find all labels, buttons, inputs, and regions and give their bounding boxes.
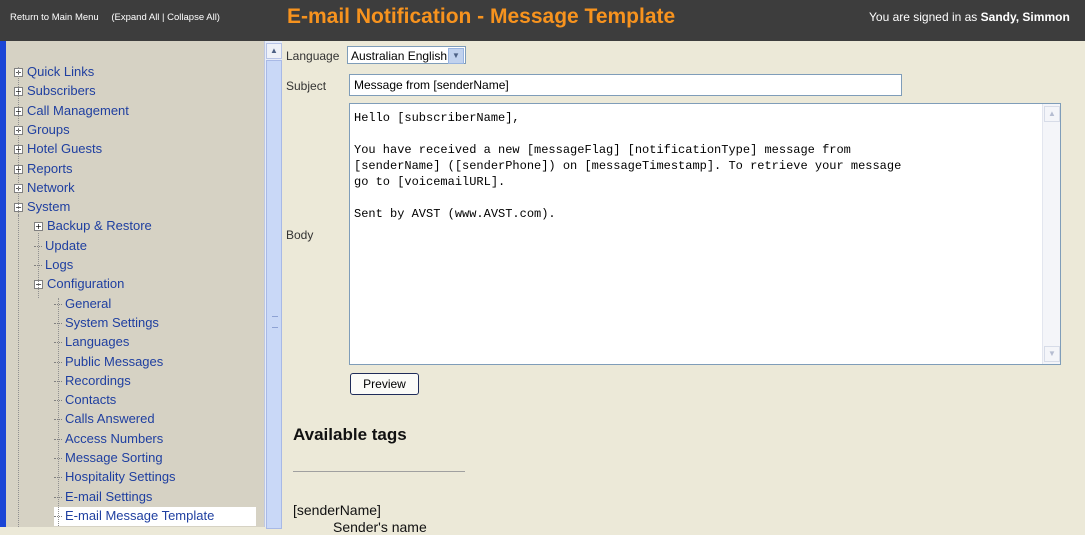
user-name: Sandy, Simmon (980, 10, 1070, 24)
sidebar-item-label: Languages (65, 334, 130, 349)
available-tags-heading: Available tags (293, 425, 407, 444)
sidebar-item-label: Backup & Restore (47, 218, 152, 233)
sidebar-scrollbar[interactable]: ▲ (264, 41, 282, 529)
body-text: Hello [subscriberName], You have receive… (354, 111, 902, 221)
sidebar-item-languages[interactable]: Languages (54, 333, 129, 352)
sidebar-item-label: Recordings (65, 373, 131, 388)
tag-sender-name-description: Sender's name (333, 519, 427, 535)
sidebar-item-label: Hotel Guests (27, 141, 103, 156)
sidebar-item-label: Update (45, 238, 87, 253)
return-to-main-menu-link[interactable]: Return to Main Menu (10, 12, 99, 23)
sidebar-item-quick-links[interactable]: + Quick Links (14, 63, 94, 82)
expand-collapse-all-link[interactable]: (Expand All | Collapse All) (111, 12, 220, 23)
tag-sender-name: [senderName] (293, 502, 381, 518)
sidebar-item-access-numbers[interactable]: Access Numbers (54, 430, 163, 449)
tree-guide-line (58, 298, 59, 527)
sidebar-item-backup-restore[interactable]: + Backup & Restore (34, 217, 152, 236)
sidebar-item-label: Logs (45, 257, 74, 272)
body-scrollbar[interactable]: ▲ ▼ (1042, 104, 1060, 364)
language-selected-value: Australian English (351, 49, 448, 63)
sidebar-item-contacts[interactable]: Contacts (54, 391, 116, 410)
sidebar-item-hotel-guests[interactable]: + Hotel Guests (14, 140, 102, 159)
signed-in-status: You are signed in as Sandy, Simmon (869, 10, 1070, 24)
preview-button[interactable]: Preview (350, 373, 419, 395)
sidebar-item-message-sorting[interactable]: Message Sorting (54, 449, 163, 468)
sidebar-item-subscribers[interactable]: + Subscribers (14, 82, 96, 101)
sidebar-item-label: E-mail Settings (65, 489, 153, 504)
sidebar-item-label: Public Messages (65, 354, 164, 369)
tree-guide-line (18, 215, 19, 527)
scroll-up-arrow-icon[interactable]: ▲ (266, 43, 282, 59)
sidebar-item-label: Call Management (27, 103, 129, 118)
signed-in-prefix: You are signed in as (869, 10, 981, 24)
page-title: E-mail Notification - Message Template (287, 5, 676, 28)
sidebar-item-label: System (27, 199, 71, 214)
tree-guide-line (38, 233, 39, 298)
sidebar-item-hospitality-settings[interactable]: Hospitality Settings (54, 468, 176, 487)
sidebar-item-label: System Settings (65, 315, 159, 330)
dropdown-arrow-icon[interactable]: ▼ (448, 48, 464, 64)
sidebar-item-public-messages[interactable]: Public Messages (54, 353, 163, 372)
top-header-bar: Return to Main Menu (Expand All | Collap… (0, 0, 1085, 41)
sidebar-item-call-management[interactable]: + Call Management (14, 102, 129, 121)
sidebar-item-system-settings[interactable]: System Settings (54, 314, 159, 333)
body-scroll-up-icon[interactable]: ▲ (1044, 106, 1060, 122)
sidebar-item-network[interactable]: + Network (14, 179, 75, 198)
sidebar-item-recordings[interactable]: Recordings (54, 372, 131, 391)
subject-input[interactable]: Message from [senderName] (349, 74, 902, 96)
sidebar-item-label: Contacts (65, 392, 117, 407)
sidebar-item-e-mail-message-template[interactable]: E-mail Message Template (54, 507, 256, 526)
sidebar-item-logs[interactable]: Logs (34, 256, 73, 275)
body-scroll-down-icon[interactable]: ▼ (1044, 346, 1060, 362)
sidebar-item-label: Configuration (47, 276, 125, 291)
sidebar-item-label: Hospitality Settings (65, 469, 176, 484)
sidebar-item-reports[interactable]: + Reports (14, 160, 73, 179)
sidebar-item-label: Quick Links (27, 64, 95, 79)
sidebar-item-calls-answered[interactable]: Calls Answered (54, 410, 155, 429)
sidebar-item-label: Subscribers (27, 83, 96, 98)
tree-guide-line (18, 67, 19, 215)
sidebar-item-label: Calls Answered (65, 411, 155, 426)
body-label: Body (286, 228, 314, 242)
sidebar-item-label: Network (27, 180, 75, 195)
scroll-thumb[interactable] (266, 60, 282, 529)
scroll-grip-icon (272, 316, 278, 328)
sidebar-item-label: General (65, 296, 112, 311)
sidebar-item-groups[interactable]: + Groups (14, 121, 70, 140)
sidebar-item-update[interactable]: Update (34, 237, 87, 256)
sidebar-item-e-mail-settings[interactable]: E-mail Settings (54, 488, 152, 507)
sidebar-item-system[interactable]: − System (14, 198, 70, 217)
sidebar-item-label: Access Numbers (65, 431, 164, 446)
sidebar-item-label: Message Sorting (65, 450, 163, 465)
sidebar-item-label: Groups (27, 122, 70, 137)
sidebar-navigation-tree: + Quick Links + Subscribers + Call Management… (6, 41, 264, 527)
sidebar-item-label: Reports (27, 161, 73, 176)
subject-label: Subject (286, 79, 327, 93)
body-textarea[interactable]: Hello [subscriberName], You have receive… (349, 103, 1061, 365)
language-label: Language (286, 49, 340, 63)
sidebar-item-general[interactable]: General (54, 295, 111, 314)
language-select[interactable]: Australian English ▼ (347, 46, 466, 64)
sidebar-item-label: E-mail Message Template (65, 508, 215, 523)
sidebar-item-configuration[interactable]: − Configuration (34, 275, 124, 294)
expand-plus-icon[interactable]: + (34, 222, 43, 232)
tags-divider (293, 471, 465, 472)
header-links: Return to Main Menu (Expand All | Collap… (10, 12, 230, 23)
template-editor-panel: Language Australian English ▼ Subject Me… (282, 41, 1085, 535)
